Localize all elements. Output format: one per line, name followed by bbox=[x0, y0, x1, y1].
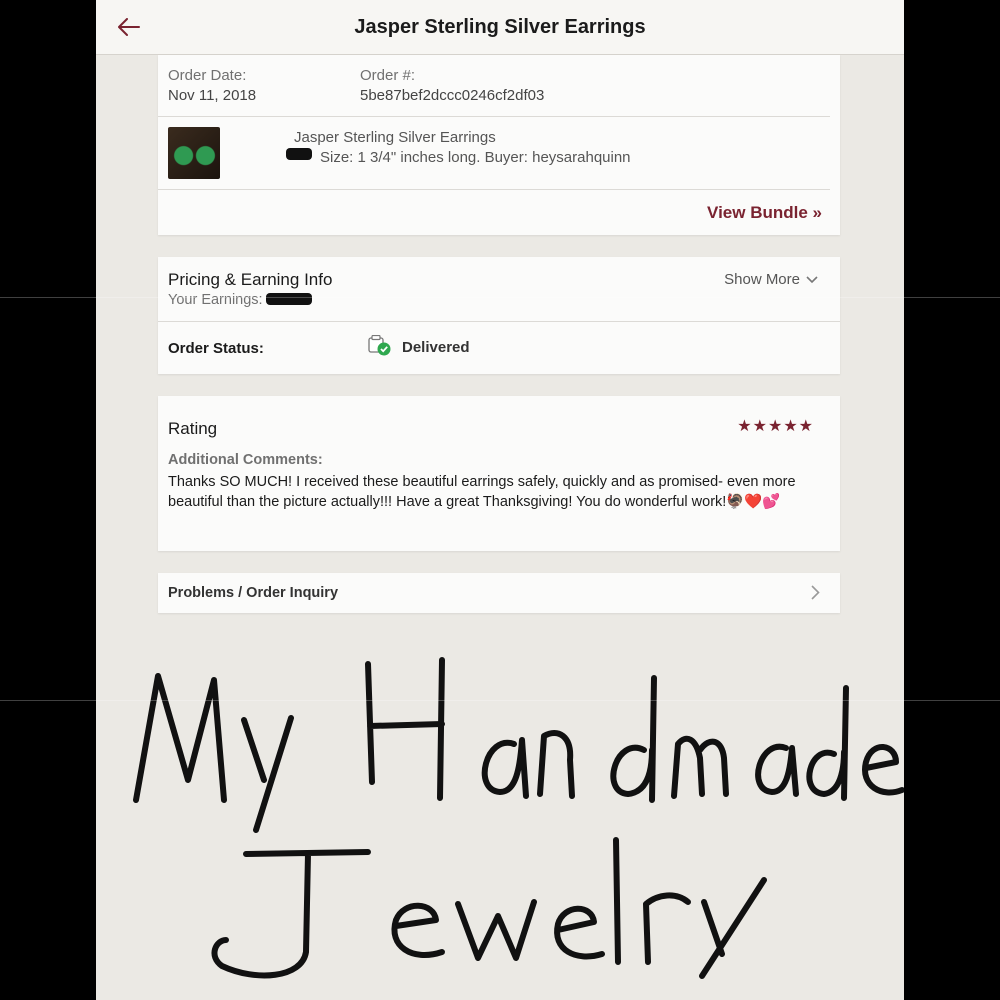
order-card: Order Date: Nov 11, 2018 Order #: 5be87b… bbox=[158, 55, 840, 235]
delivered-check-icon bbox=[368, 334, 392, 362]
page-title: Jasper Sterling Silver Earrings bbox=[354, 16, 646, 38]
item-thumbnail[interactable] bbox=[168, 127, 220, 179]
order-date-value: Nov 11, 2018 bbox=[168, 87, 257, 104]
show-more-label: Show More bbox=[724, 271, 800, 288]
app-screen: Jasper Sterling Silver Earrings Order Da… bbox=[96, 0, 904, 1000]
divider bbox=[158, 321, 840, 322]
photo-crease bbox=[0, 700, 1000, 701]
chevron-right-icon bbox=[811, 585, 820, 605]
divider bbox=[158, 116, 830, 117]
rating-stars: ★★★★★ bbox=[737, 418, 814, 435]
photo-crease bbox=[0, 297, 1000, 298]
order-inquiry-label: Problems / Order Inquiry bbox=[168, 585, 339, 601]
order-status-value: Delivered bbox=[402, 339, 470, 356]
show-more-toggle[interactable]: Show More bbox=[724, 271, 818, 288]
item-title: Jasper Sterling Silver Earrings bbox=[294, 129, 496, 146]
order-inquiry-row[interactable]: Problems / Order Inquiry bbox=[158, 573, 840, 613]
top-bar: Jasper Sterling Silver Earrings bbox=[96, 0, 904, 55]
chevron-down-icon bbox=[806, 271, 818, 288]
redaction-scribble bbox=[286, 148, 312, 160]
pricing-card: Pricing & Earning Info Your Earnings: Sh… bbox=[158, 257, 840, 374]
order-date-label: Order Date: bbox=[168, 67, 247, 84]
divider bbox=[158, 189, 830, 190]
comments-label: Additional Comments: bbox=[168, 452, 323, 468]
handwritten-overlay bbox=[96, 640, 904, 1000]
pricing-title: Pricing & Earning Info bbox=[168, 270, 333, 289]
order-number-value: 5be87bef2dccc0246cf2df03 bbox=[360, 87, 545, 104]
view-bundle-link[interactable]: View Bundle » bbox=[707, 203, 822, 223]
earnings-label: Your Earnings: bbox=[168, 292, 263, 308]
item-details: Size: 1 3/4" inches long. Buyer: heysara… bbox=[320, 149, 631, 166]
order-status-label: Order Status: bbox=[168, 340, 264, 357]
order-number-label: Order #: bbox=[360, 67, 416, 84]
earnings-redaction bbox=[266, 293, 312, 305]
rating-title: Rating bbox=[168, 419, 218, 438]
review-comment: Thanks SO MUCH! I received these beautif… bbox=[168, 474, 796, 510]
rating-card: Rating ★★★★★ Additional Comments: Thanks… bbox=[158, 396, 840, 551]
